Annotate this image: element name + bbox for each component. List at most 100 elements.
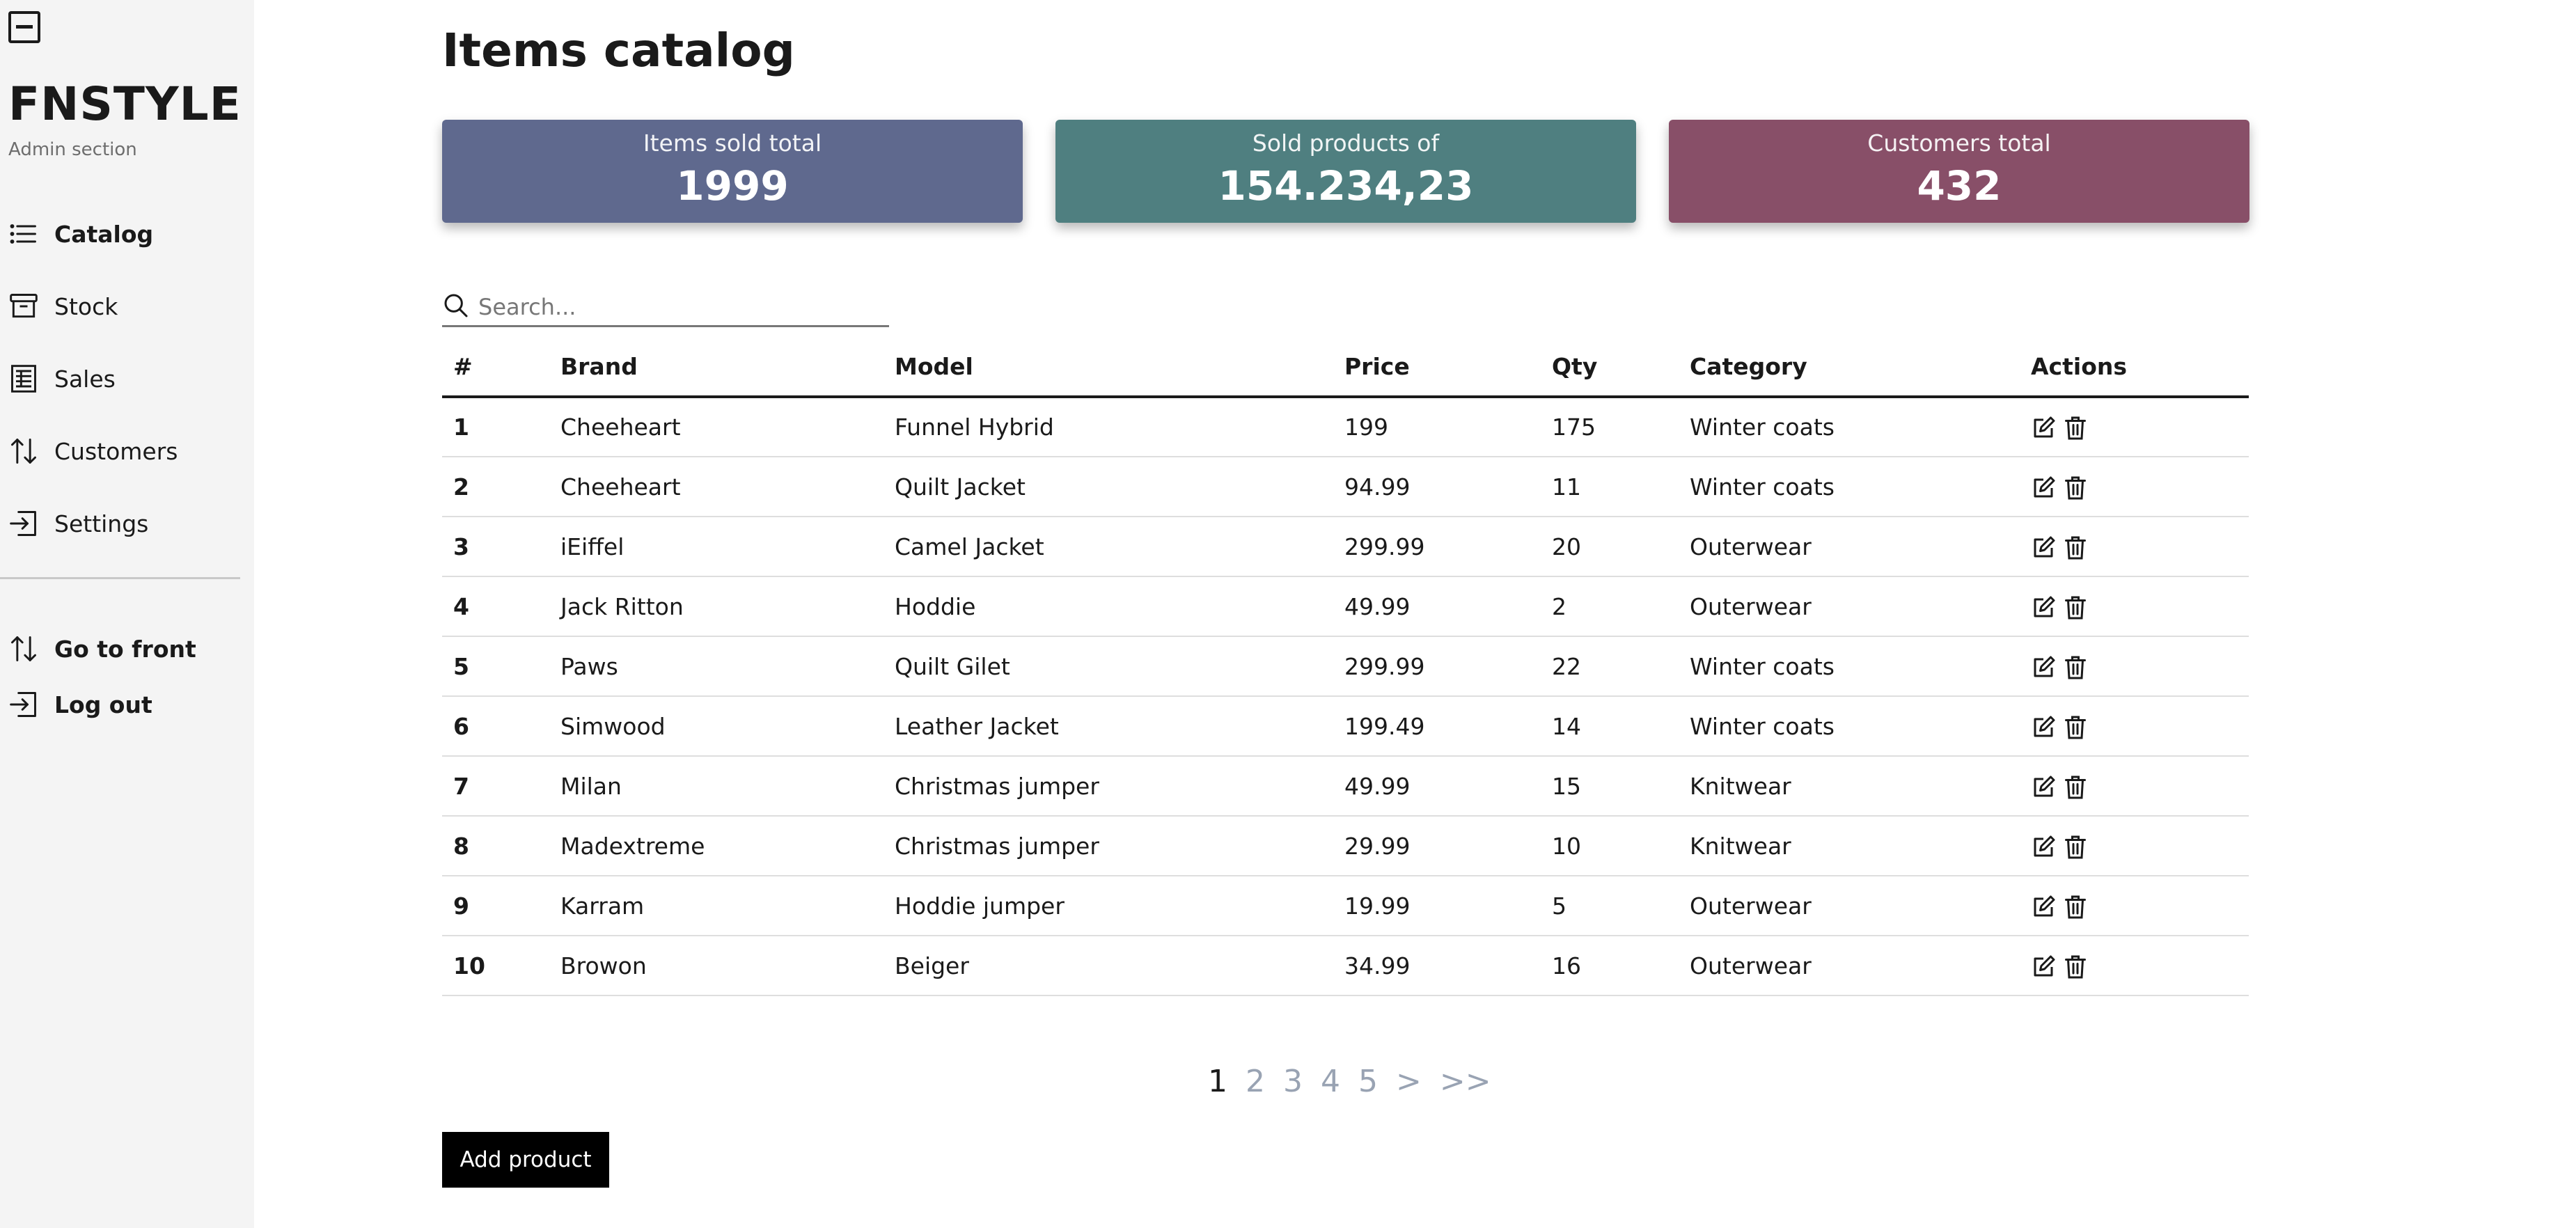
cell-qty: 15 (1541, 756, 1679, 817)
page-link-4[interactable]: 4 (1321, 1064, 1340, 1099)
page-title: Items catalog (442, 24, 795, 77)
table-row: 8 Madextreme Christmas jumper 29.99 10 Knitwe… (442, 816, 2249, 876)
sidebar-item-settings[interactable]: Settings (8, 503, 148, 544)
column-header-category: Category (1679, 337, 2020, 398)
cell-brand: Cheeheart (549, 397, 883, 457)
page-next-link[interactable]: > (1396, 1064, 1422, 1099)
page-link-1[interactable]: 1 (1208, 1064, 1227, 1099)
sidebar-item-customers[interactable]: Customers (8, 430, 178, 472)
sidebar-item-log-out[interactable]: Log out (8, 684, 152, 725)
stat-card-sold-products: Sold products of 154.234,23 (1055, 120, 1636, 223)
page-link-5[interactable]: 5 (1358, 1064, 1378, 1099)
sidebar-item-go-to-front[interactable]: Go to front (8, 628, 196, 670)
stat-value: 154.234,23 (1218, 162, 1474, 210)
cell-price: 199 (1333, 397, 1541, 457)
stat-card-items-sold: Items sold total 1999 (442, 120, 1023, 223)
cell-qty: 2 (1541, 576, 1679, 637)
sidebar-item-label: Catalog (54, 220, 154, 248)
edit-icon[interactable] (2031, 535, 2056, 560)
trash-icon[interactable] (2063, 895, 2088, 920)
table-row: 6 Simwood Leather Jacket 199.49 14 Winter coa… (442, 696, 2249, 757)
cell-actions (2020, 816, 2249, 876)
cell-index: 5 (442, 636, 549, 697)
cell-category: Outerwear (1679, 576, 2020, 637)
cell-index: 7 (442, 756, 549, 817)
cell-actions (2020, 696, 2249, 757)
table-row: 4 Jack Ritton Hoddie 49.99 2 Outerwear (442, 576, 2249, 637)
cell-brand: Jack Ritton (549, 576, 883, 637)
edit-icon[interactable] (2031, 715, 2056, 740)
trash-icon[interactable] (2063, 715, 2088, 740)
page-link-2[interactable]: 2 (1246, 1064, 1265, 1099)
cell-category: Winter coats (1679, 696, 2020, 757)
minus-square-icon[interactable] (8, 11, 40, 43)
edit-icon[interactable] (2031, 895, 2056, 920)
table-row: 1 Cheeheart Funnel Hybrid 199 175 Winter coat… (442, 397, 2249, 457)
arrows-up-down-icon (8, 436, 39, 466)
cell-price: 299.99 (1333, 517, 1541, 577)
cell-index: 4 (442, 576, 549, 637)
table-row: 7 Milan Christmas jumper 49.99 15 Knitwear (442, 756, 2249, 817)
cell-model: Beiger (883, 936, 1333, 996)
cell-category: Knitwear (1679, 756, 2020, 817)
cell-price: 299.99 (1333, 636, 1541, 697)
column-header-actions: Actions (2020, 337, 2249, 398)
sidebar-item-label: Go to front (54, 635, 196, 663)
cell-model: Hoddie jumper (883, 876, 1333, 936)
cell-price: 199.49 (1333, 696, 1541, 757)
cell-qty: 5 (1541, 876, 1679, 936)
add-product-button[interactable]: Add product (442, 1132, 609, 1188)
edit-icon[interactable] (2031, 835, 2056, 860)
cell-model: Leather Jacket (883, 696, 1333, 757)
page-link-3[interactable]: 3 (1283, 1064, 1303, 1099)
cell-qty: 16 (1541, 936, 1679, 996)
cell-brand: Browon (549, 936, 883, 996)
search-input[interactable] (478, 293, 882, 320)
trash-icon[interactable] (2063, 416, 2088, 441)
list-icon (8, 219, 39, 249)
cell-category: Knitwear (1679, 816, 2020, 876)
table-header-row: # Brand Model Price Qty Category Actions (442, 337, 2249, 398)
column-header-qty: Qty (1541, 337, 1679, 398)
cell-qty: 11 (1541, 457, 1679, 517)
stat-value: 1999 (676, 162, 789, 210)
edit-icon[interactable] (2031, 954, 2056, 979)
cell-brand: Karram (549, 876, 883, 936)
cell-qty: 175 (1541, 397, 1679, 457)
cell-qty: 10 (1541, 816, 1679, 876)
cell-index: 10 (442, 936, 549, 996)
cell-price: 19.99 (1333, 876, 1541, 936)
sidebar-item-sales[interactable]: Sales (8, 358, 116, 400)
trash-icon[interactable] (2063, 595, 2088, 620)
trash-icon[interactable] (2063, 535, 2088, 560)
edit-icon[interactable] (2031, 595, 2056, 620)
search-icon (442, 292, 473, 322)
trash-icon[interactable] (2063, 475, 2088, 501)
cell-model: Quilt Jacket (883, 457, 1333, 517)
edit-icon[interactable] (2031, 416, 2056, 441)
cell-price: 29.99 (1333, 816, 1541, 876)
cell-category: Winter coats (1679, 457, 2020, 517)
cell-price: 34.99 (1333, 936, 1541, 996)
table-row: 10 Browon Beiger 34.99 16 Outerwear (442, 936, 2249, 996)
trash-icon[interactable] (2063, 775, 2088, 800)
edit-icon[interactable] (2031, 655, 2056, 680)
table-body: 1 Cheeheart Funnel Hybrid 199 175 Winter coat… (442, 397, 2249, 996)
page-last-link[interactable]: >> (1440, 1064, 1491, 1099)
sidebar-item-catalog[interactable]: Catalog (8, 213, 153, 255)
cell-actions (2020, 636, 2249, 697)
table-row: 5 Paws Quilt Gilet 299.99 22 Winter coats (442, 636, 2249, 697)
cell-qty: 14 (1541, 696, 1679, 757)
trash-icon[interactable] (2063, 954, 2088, 979)
edit-icon[interactable] (2031, 475, 2056, 501)
cell-category: Outerwear (1679, 517, 2020, 577)
sidebar-divider (0, 577, 240, 579)
cell-index: 8 (442, 816, 549, 876)
cell-model: Camel Jacket (883, 517, 1333, 577)
edit-icon[interactable] (2031, 775, 2056, 800)
trash-icon[interactable] (2063, 835, 2088, 860)
cell-qty: 22 (1541, 636, 1679, 697)
trash-icon[interactable] (2063, 655, 2088, 680)
catalog-table: # Brand Model Price Qty Category Actions… (442, 337, 2249, 996)
sidebar-item-stock[interactable]: Stock (8, 285, 118, 327)
